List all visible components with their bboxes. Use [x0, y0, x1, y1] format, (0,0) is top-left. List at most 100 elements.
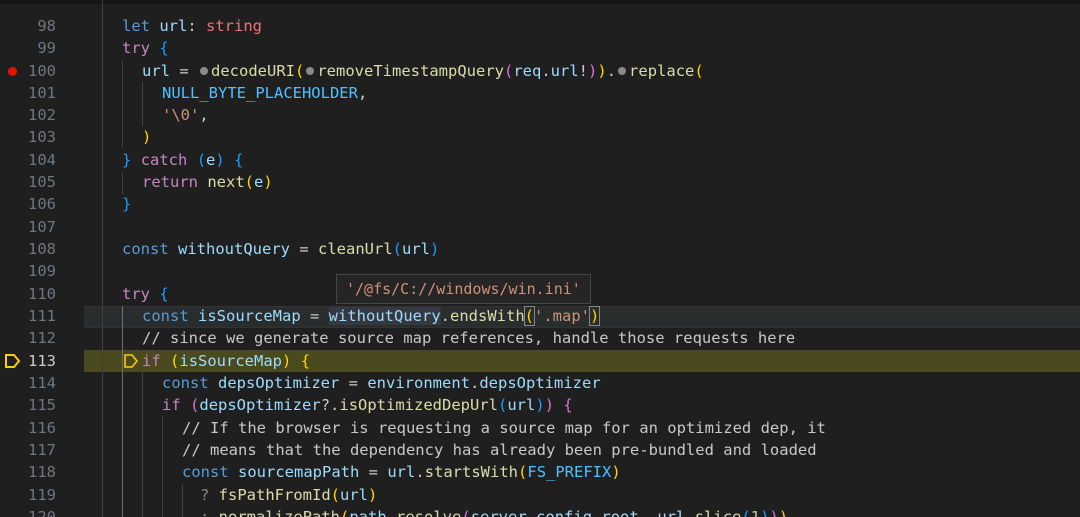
- token: =: [339, 374, 368, 392]
- comment: // since we generate source map referenc…: [142, 329, 796, 347]
- token: ): [282, 352, 292, 370]
- code-text[interactable]: // If the browser is requesting a source…: [182, 417, 826, 439]
- token: =: [300, 307, 329, 325]
- breakpoint-icon[interactable]: [8, 67, 17, 76]
- line-number: 102: [28, 106, 56, 124]
- code-text[interactable]: if (depsOptimizer?.isOptimizedDepUrl(url…: [162, 394, 573, 416]
- token: ): [769, 508, 779, 517]
- token: ): [142, 128, 152, 146]
- code-line: 103: [0, 126, 1080, 148]
- code-text[interactable]: : normalizePath(path.resolve(server.conf…: [200, 506, 788, 517]
- code-text[interactable]: }: [122, 193, 131, 215]
- token: =: [359, 463, 388, 481]
- token: (: [190, 396, 200, 414]
- token: url: [657, 508, 686, 517]
- token: ): [611, 463, 621, 481]
- code-text[interactable]: ): [142, 126, 151, 148]
- code-text[interactable]: url = decodeURI(removeTimestampQuery(req…: [142, 60, 704, 82]
- token: decodeURI: [211, 62, 295, 80]
- token: isOptimizedDepUrl: [339, 396, 498, 414]
- token: ): [588, 306, 601, 326]
- token: ,: [357, 84, 368, 102]
- token: url: [387, 463, 416, 481]
- token: string: [206, 17, 263, 35]
- inline-debug-position-icon: [124, 354, 138, 368]
- token: normalizePath: [218, 508, 340, 517]
- code-editor[interactable]: 97 98 99 100 101 102 103 104 105 106 107…: [0, 0, 1080, 517]
- code-text[interactable]: try {: [122, 283, 169, 305]
- token: e: [254, 173, 264, 191]
- line-number: 119: [28, 486, 56, 504]
- token: sourcemapPath: [238, 463, 360, 481]
- line-number: 116: [28, 419, 56, 437]
- line-number: 98: [37, 17, 56, 35]
- token: (: [461, 508, 471, 517]
- line-number: 114: [28, 374, 56, 392]
- token: url: [402, 240, 430, 258]
- token: =: [170, 62, 198, 80]
- inline-breakpoint-icon[interactable]: [618, 67, 627, 75]
- token: '\0': [162, 106, 200, 124]
- token: NULL_BYTE_PLACEHOLDER: [162, 84, 358, 102]
- token: fsPathFromId: [218, 486, 331, 504]
- token: if: [142, 352, 161, 370]
- token: }: [122, 151, 132, 169]
- code-text[interactable]: // means that the dependency has already…: [182, 439, 817, 461]
- line-number: 100: [28, 62, 56, 80]
- code-text[interactable]: '\0',: [162, 104, 209, 126]
- line-number: 97: [16, 0, 56, 4]
- debug-stopped-breakpoint-icon[interactable]: [4, 352, 22, 370]
- token: (: [518, 463, 528, 481]
- token: const: [122, 240, 169, 258]
- code-text[interactable]: // since we generate source map referenc…: [142, 327, 795, 349]
- token: catch: [140, 151, 188, 169]
- line-number: 113: [28, 352, 56, 370]
- token: cleanUrl: [318, 240, 393, 258]
- token: (: [244, 173, 255, 191]
- token: .: [470, 374, 480, 392]
- token: url: [142, 62, 170, 80]
- token: {: [563, 396, 573, 414]
- line-number: 111: [28, 307, 56, 325]
- token: try: [122, 39, 150, 57]
- comment: // If the browser is requesting a source…: [182, 419, 826, 437]
- code-text[interactable]: const isSourceMap = withoutQuery.endsWit…: [142, 305, 601, 327]
- token: (: [295, 62, 305, 80]
- code-text[interactable]: } catch (e) {: [122, 149, 243, 171]
- code-text[interactable]: let url: string: [122, 15, 262, 37]
- token: ): [544, 396, 555, 414]
- token: 1: [750, 508, 761, 517]
- code-text[interactable]: try {: [122, 37, 169, 59]
- inline-breakpoint-icon[interactable]: [306, 67, 315, 75]
- code-text[interactable]: const depsOptimizer = environment.depsOp…: [162, 372, 601, 394]
- code-text[interactable]: ? fsPathFromId(url): [200, 484, 377, 506]
- token: environment: [367, 374, 470, 392]
- token: ,: [638, 508, 658, 517]
- token: ?.: [320, 396, 340, 414]
- code-text[interactable]: if (isSourceMap) {: [142, 350, 310, 372]
- token: {: [159, 39, 169, 57]
- code-text[interactable]: return next(e): [142, 171, 273, 193]
- token: config: [536, 508, 593, 517]
- line-number: 104: [28, 151, 56, 169]
- token: url: [159, 17, 188, 35]
- code-text[interactable]: NULL_BYTE_PLACEHOLDER,: [162, 82, 367, 104]
- token: ): [535, 396, 545, 414]
- line-number: 118: [28, 463, 56, 481]
- code-text[interactable]: const sourcemapPath = url.startsWith(FS_…: [182, 461, 621, 483]
- line-number: 106: [28, 195, 56, 213]
- token: ): [588, 62, 598, 80]
- token: .: [606, 62, 617, 80]
- code-text[interactable]: const withoutQuery = cleanUrl(url): [122, 238, 439, 260]
- inline-breakpoint-icon[interactable]: [200, 67, 208, 75]
- token: .: [440, 307, 450, 325]
- token: '.map': [534, 307, 590, 325]
